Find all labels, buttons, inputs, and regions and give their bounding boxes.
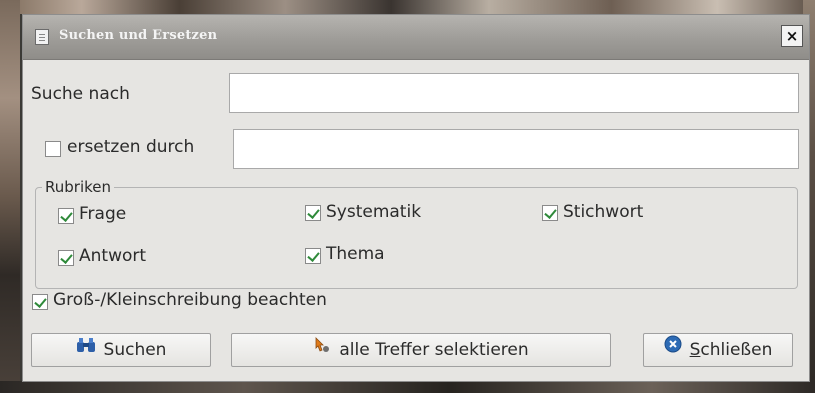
close-dialog-label-rest: chließen <box>700 340 773 360</box>
replace-input[interactable] <box>233 129 799 169</box>
checkbox-systematik-label: Systematik <box>326 202 422 222</box>
binoculars-icon <box>76 332 96 364</box>
cursor-arrow-icon <box>313 332 331 364</box>
checkbox-antwort-label: Antwort <box>79 246 147 266</box>
close-dialog-mnemonic: S <box>689 340 701 360</box>
checkbox-thema[interactable] <box>305 248 321 264</box>
checkbox-frage[interactable] <box>58 208 74 224</box>
window-title: Suchen und Ersetzen <box>59 28 218 43</box>
search-button[interactable]: Suchen <box>31 333 211 367</box>
checkbox-systematik[interactable] <box>305 205 321 221</box>
window-close-button[interactable]: × <box>781 25 803 47</box>
case-sensitive-label: Groß-/Kleinschreibung beachten <box>53 290 327 310</box>
checkbox-thema-label: Thema <box>326 244 385 264</box>
close-circle-icon <box>664 332 682 364</box>
replace-checkbox[interactable] <box>45 141 61 157</box>
close-dialog-label: Schließen <box>690 340 773 360</box>
background-left <box>0 0 20 393</box>
select-all-matches-label: alle Treffer selektieren <box>339 340 529 360</box>
background-top <box>0 0 815 14</box>
title-bar[interactable]: Suchen und Ersetzen × <box>23 15 809 60</box>
background-bottom <box>0 381 815 393</box>
select-all-matches-button[interactable]: alle Treffer selektieren <box>231 333 611 367</box>
checkbox-antwort[interactable] <box>58 250 74 266</box>
checkbox-stichwort-label: Stichwort <box>563 202 644 222</box>
app-document-icon <box>35 29 49 45</box>
search-replace-dialog: Suchen und Ersetzen × Suche nach ersetze… <box>22 14 810 382</box>
search-button-label: Suchen <box>103 340 167 360</box>
checkbox-frage-label: Frage <box>79 204 127 224</box>
search-label: Suche nach <box>31 84 130 104</box>
search-input[interactable] <box>229 73 799 113</box>
checkbox-stichwort[interactable] <box>542 205 558 221</box>
rubriken-group-title: Rubriken <box>42 178 114 196</box>
case-sensitive-checkbox[interactable] <box>32 294 48 310</box>
replace-label: ersetzen durch <box>67 137 195 157</box>
close-dialog-button[interactable]: Schließen <box>643 333 793 367</box>
